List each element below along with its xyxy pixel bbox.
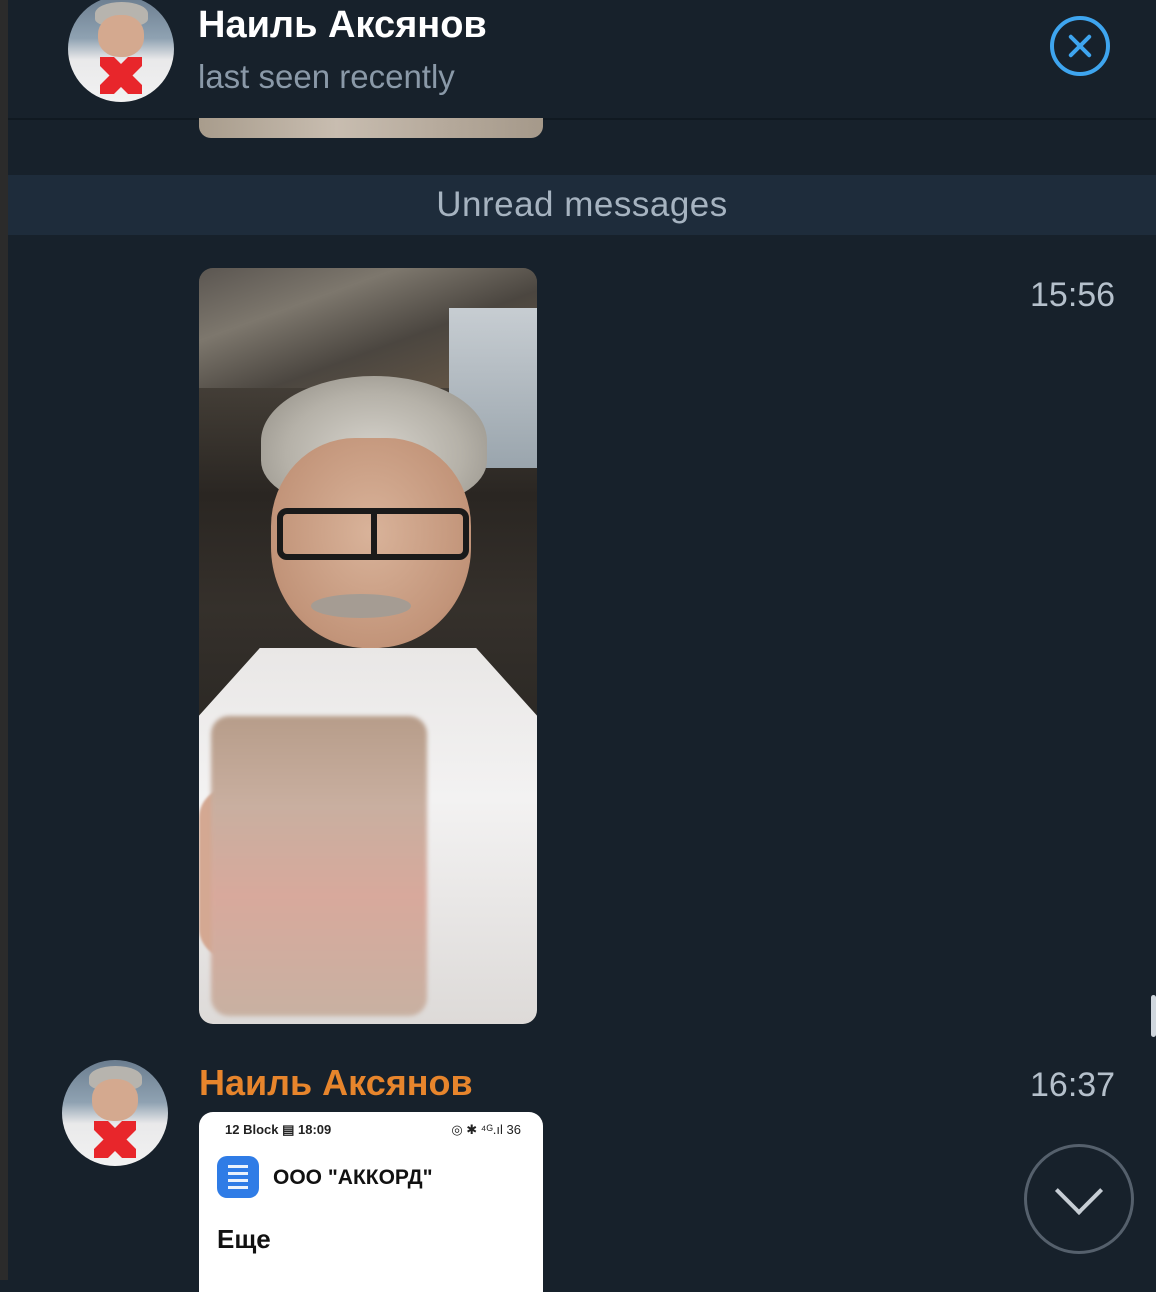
sender-avatar[interactable] [62,1060,168,1166]
photo-glasses [277,508,469,560]
avatar-neckerchief [99,57,143,94]
photo-message[interactable] [199,268,537,1024]
contact-name[interactable]: Наиль Аксянов [198,4,487,47]
building-icon [217,1156,259,1198]
photo-blurred-document [211,716,427,1016]
message-time: 16:37 [1030,1066,1116,1104]
chevron-down-icon[interactable] [1024,1144,1134,1254]
message-time: 15:56 [1030,276,1116,314]
screenshot-company-name: ООО "АККОРД" [273,1166,433,1189]
avatar-neckerchief [93,1121,137,1158]
window-edge [0,0,8,1280]
contact-status: last seen recently [198,58,455,95]
screenshot-photo-message[interactable]: 12 Block ▤ 18:09 ◎ ✱ ⁴ᴳ.ıl 36 ООО "АККОР… [199,1112,543,1292]
screenshot-status-left: 12 Block ▤ 18:09 [225,1122,332,1137]
photo-moustache [311,594,411,618]
scrollbar-thumb[interactable] [1151,995,1156,1037]
screenshot-status-right: ◎ ✱ ⁴ᴳ.ıl 36 [451,1122,521,1137]
sender-name[interactable]: Наиль Аксянов [199,1062,473,1104]
avatar-face [97,15,145,58]
contact-avatar[interactable] [68,0,174,102]
screenshot-status-bar: 12 Block ▤ 18:09 ◎ ✱ ⁴ᴳ.ıl 36 [225,1122,521,1140]
previous-photo-message[interactable] [199,118,543,138]
unread-messages-divider: Unread messages [8,175,1156,235]
avatar-face [91,1079,139,1122]
chat-header: Наиль Аксянов last seen recently [8,0,1156,120]
close-icon[interactable] [1050,16,1110,76]
screenshot-heading: Еще [217,1224,271,1254]
unread-messages-label: Unread messages [436,185,728,224]
